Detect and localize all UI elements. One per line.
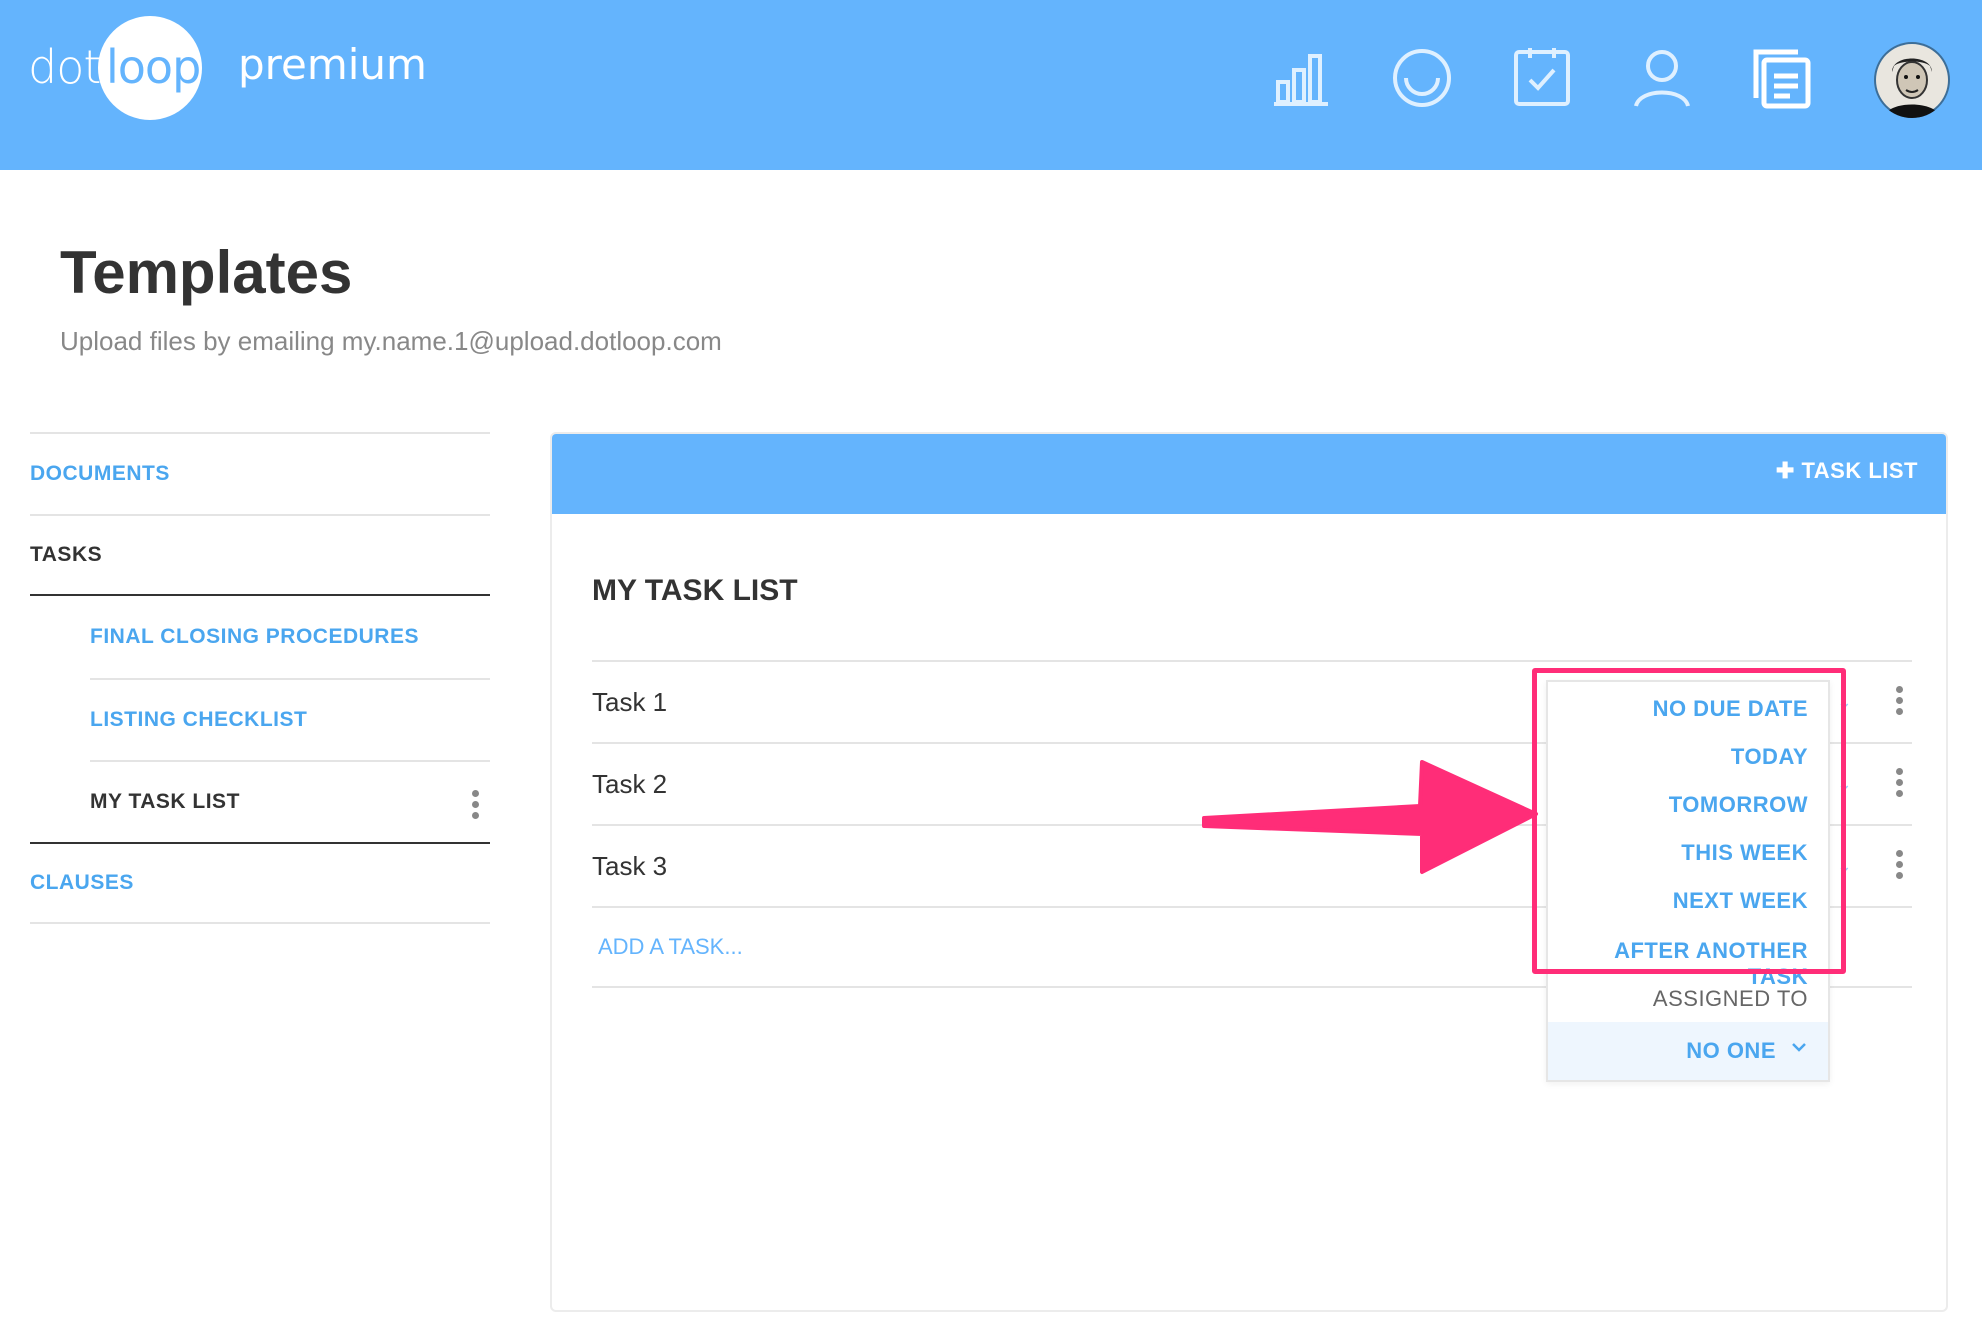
more-options-icon[interactable] [1896, 768, 1904, 801]
task-name: Task 1 [592, 686, 668, 717]
sidebar-item-label: TASKS [30, 543, 103, 566]
sidebar-item-label: CLAUSES [30, 871, 134, 894]
chevron-down-icon [1792, 1043, 1806, 1052]
add-task-list-label: TASK LIST [1801, 458, 1918, 483]
user-avatar[interactable] [1874, 42, 1950, 118]
sidebar-item-final-closing-procedures[interactable]: FINAL CLOSING PROCEDURES [90, 596, 490, 678]
templates-sidebar: DOCUMENTS TASKS FINAL CLOSING PROCEDURES… [30, 432, 490, 924]
assignee-select[interactable]: NO ONE [1548, 1022, 1828, 1080]
task-name: Task 3 [592, 850, 668, 881]
sidebar-item-label: LISTING CHECKLIST [90, 708, 308, 731]
documents-icon[interactable] [1750, 46, 1814, 110]
page-subtitle: Upload files by emailing my.name.1@uploa… [60, 326, 722, 356]
sidebar-item-clauses[interactable]: CLAUSES [30, 842, 490, 924]
top-navigation-bar: dot loop premium [0, 0, 1982, 170]
dotloop-logo[interactable]: dot loop premium [28, 14, 448, 124]
sidebar-item-my-task-list[interactable]: MY TASK LIST [90, 760, 490, 842]
sidebar-item-tasks[interactable]: TASKS [30, 514, 490, 596]
task-check-icon[interactable] [1510, 46, 1574, 110]
more-options-icon[interactable] [1896, 686, 1904, 719]
annotation-highlight-box [1532, 668, 1846, 974]
sidebar-item-listing-checklist[interactable]: LISTING CHECKLIST [90, 678, 490, 760]
plus-icon: ✚ [1775, 458, 1802, 483]
bar-chart-icon[interactable] [1270, 46, 1334, 110]
add-task-label: ADD A TASK... [598, 934, 743, 959]
logo-loop-text: loop [106, 40, 201, 94]
logo-edition-text: premium [238, 40, 427, 89]
logo-dot-text: dot [28, 40, 101, 94]
task-name: Task 2 [592, 768, 668, 799]
assigned-to-label: ASSIGNED TO [1652, 986, 1808, 1011]
annotation-arrow-icon [1202, 760, 1538, 874]
loop-circle-icon[interactable] [1390, 46, 1454, 110]
panel-header: ✚ TASK LIST [552, 434, 1946, 514]
more-options-icon[interactable] [472, 790, 480, 820]
sidebar-item-label: MY TASK LIST [90, 790, 240, 813]
assignee-value: NO ONE [1686, 1038, 1776, 1063]
page-title: Templates [60, 239, 353, 306]
task-list-title: MY TASK LIST [592, 574, 798, 607]
sidebar-item-label: FINAL CLOSING PROCEDURES [90, 625, 419, 648]
more-options-icon[interactable] [1896, 850, 1904, 883]
sidebar-item-documents[interactable]: DOCUMENTS [30, 432, 490, 514]
add-task-list-button[interactable]: ✚ TASK LIST [1776, 458, 1918, 484]
person-icon[interactable] [1630, 46, 1694, 110]
sidebar-item-label: DOCUMENTS [30, 462, 170, 485]
